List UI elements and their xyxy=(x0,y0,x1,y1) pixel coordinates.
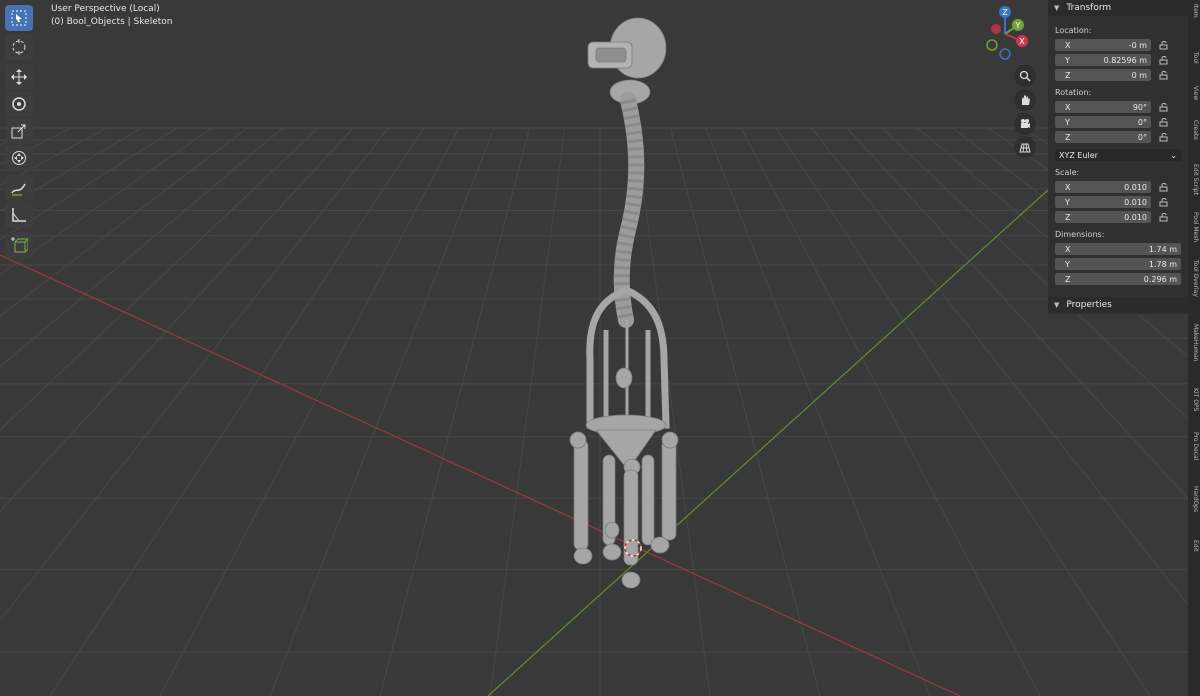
floor-grid xyxy=(0,127,1200,696)
grid-line xyxy=(269,127,495,696)
rotation-mode-select[interactable]: XYZ Euler ⌄ xyxy=(1055,149,1181,161)
grid-icon xyxy=(1019,143,1031,153)
grid-line xyxy=(669,127,821,696)
camera-icon xyxy=(1021,119,1030,128)
move-icon xyxy=(11,69,27,85)
lock-scale-x-icon[interactable] xyxy=(1159,182,1169,192)
add-cube-icon xyxy=(11,237,28,253)
annotate-tool[interactable] xyxy=(5,175,33,201)
measure-icon xyxy=(12,208,26,222)
grid-line xyxy=(49,127,425,696)
tab-kit-ops[interactable]: KIT OPS xyxy=(1189,388,1199,428)
scale-label: Scale: xyxy=(1055,168,1080,177)
grid-line xyxy=(489,127,566,696)
skeleton-model[interactable] xyxy=(569,17,679,589)
cursor-tool[interactable] xyxy=(5,34,33,60)
navigation-gizmo[interactable]: Z Y X xyxy=(975,4,1035,64)
select-box-tool[interactable] xyxy=(5,5,33,31)
location-y-field[interactable]: Y 0.82596 m xyxy=(1055,54,1151,66)
chevron-down-icon: ⌄ xyxy=(1170,150,1177,160)
pan-hand-icon xyxy=(1022,95,1030,105)
transform-title: Transform xyxy=(1066,3,1112,13)
sidebar-n-panel: ▼ Transform Location: X -0 m Y 0.82596 m Z… xyxy=(1048,0,1188,314)
properties-panel-header[interactable]: ▼ Properties xyxy=(1048,297,1188,313)
scale-icon xyxy=(11,124,26,139)
tab-edit-script[interactable]: Edit Script xyxy=(1189,164,1199,208)
sidebar-tabs: Item Tool View Create Edit Script Pool M… xyxy=(1188,0,1200,696)
transform-icon xyxy=(12,151,26,165)
scale-tool[interactable] xyxy=(5,118,33,144)
lock-location-x-icon[interactable] xyxy=(1159,40,1169,50)
tab-view[interactable]: View xyxy=(1189,86,1199,116)
rotate-icon xyxy=(12,97,26,111)
tab-item[interactable]: Item xyxy=(1189,4,1199,48)
dimensions-label: Dimensions: xyxy=(1055,230,1105,239)
dimensions-z-field[interactable]: Z 0.296 m xyxy=(1055,273,1181,285)
x-axis-line xyxy=(0,254,961,696)
lock-rotation-y-icon[interactable] xyxy=(1159,117,1169,127)
rotation-label: Rotation: xyxy=(1055,88,1092,97)
scale-x-field[interactable]: X 0.010 xyxy=(1055,181,1151,193)
gizmo-x-label: X xyxy=(1019,37,1025,46)
collapse-arrow-icon: ▼ xyxy=(1054,4,1060,12)
tab-hardops[interactable]: HardOps xyxy=(1189,486,1199,536)
lock-rotation-x-icon[interactable] xyxy=(1159,102,1169,112)
grid-line xyxy=(0,127,2,129)
scale-y-field[interactable]: Y 0.010 xyxy=(1055,196,1151,208)
transform-tool[interactable] xyxy=(5,145,33,171)
move-tool[interactable] xyxy=(5,64,33,90)
collapse-arrow-icon: ▼ xyxy=(1054,301,1060,309)
scale-z-field[interactable]: Z 0.010 xyxy=(1055,211,1151,223)
tab-tool[interactable]: Tool xyxy=(1189,52,1199,82)
grid-line xyxy=(379,127,531,696)
rotation-x-field[interactable]: X 90° xyxy=(1055,101,1151,113)
gizmo-y-label: Y xyxy=(1015,21,1021,30)
gizmo-z-label: Z xyxy=(1002,8,1008,17)
grid-line xyxy=(0,127,390,621)
grid-view-button[interactable] xyxy=(1014,136,1036,158)
grid-line xyxy=(0,127,319,431)
dimensions-y-field[interactable]: Y 1.78 m xyxy=(1055,258,1181,270)
camera-button[interactable] xyxy=(1014,113,1036,135)
add-cube-tool[interactable] xyxy=(5,232,33,258)
tab-edit[interactable]: Edit xyxy=(1189,540,1199,570)
rotation-y-field[interactable]: Y 0° xyxy=(1055,116,1151,128)
rotation-z-field[interactable]: Z 0° xyxy=(1055,131,1151,143)
rotate-tool[interactable] xyxy=(5,91,33,117)
tab-pro-decal[interactable]: Pro Decal xyxy=(1189,432,1199,482)
lock-rotation-z-icon[interactable] xyxy=(1159,132,1169,142)
transform-panel-header[interactable]: ▼ Transform xyxy=(1048,0,1188,16)
grid-line xyxy=(0,127,249,317)
tab-tool-overlay[interactable]: Tool Overlay xyxy=(1189,260,1199,320)
location-x-field[interactable]: X -0 m xyxy=(1055,39,1151,51)
grid-line xyxy=(705,127,931,696)
tab-pool-mesh[interactable]: Pool Mesh xyxy=(1189,212,1199,256)
pan-button[interactable] xyxy=(1014,89,1036,111)
location-z-field[interactable]: Z0 m xyxy=(1055,69,1151,81)
viewport-info: User Perspective (Local) (0) Bool_Object… xyxy=(51,3,172,29)
object-context: (0) Bool_Objects | Skeleton xyxy=(51,17,173,27)
lock-scale-y-icon[interactable] xyxy=(1159,197,1169,207)
location-label: Location: xyxy=(1055,26,1092,35)
measure-tool[interactable] xyxy=(5,202,33,228)
grid-line xyxy=(740,127,1041,696)
grid-line xyxy=(0,127,354,513)
cursor-icon xyxy=(12,39,26,55)
tab-makehuman[interactable]: MakeHuman xyxy=(1189,324,1199,384)
lock-scale-z-icon[interactable] xyxy=(1159,212,1169,222)
properties-title: Properties xyxy=(1066,300,1112,310)
select-box-icon xyxy=(11,10,27,26)
axis-gizmo-icon: Z Y X xyxy=(986,6,1028,60)
dimensions-x-field[interactable]: X 1.74 m xyxy=(1055,243,1181,255)
zoom-icon xyxy=(1019,70,1031,82)
lock-location-y-icon[interactable] xyxy=(1159,55,1169,65)
tab-create[interactable]: Create xyxy=(1189,120,1199,160)
zoom-button[interactable] xyxy=(1014,65,1036,87)
annotate-icon xyxy=(11,183,26,196)
view-name: User Perspective (Local) xyxy=(51,4,160,14)
lock-location-z-icon[interactable] xyxy=(1159,70,1169,80)
grid-line xyxy=(159,127,460,696)
